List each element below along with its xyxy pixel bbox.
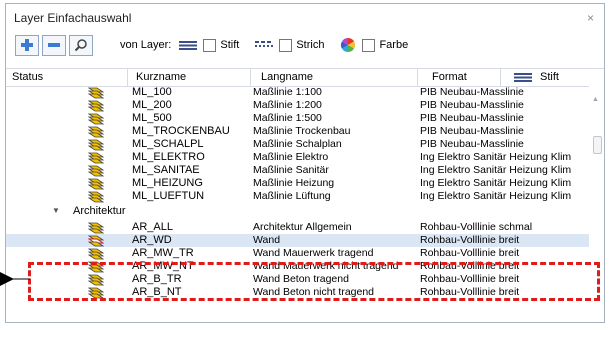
layer-format: Ing Elektro Sanitär Heizung Klim (420, 164, 572, 176)
search-button[interactable] (69, 34, 93, 56)
layer-kurzname: ML_SCHALPL (132, 138, 204, 150)
layer-langname: Maßlinie Elektro (253, 151, 329, 163)
layer-row[interactable]: ML_200 Maßlinie 1:200 PIB Neubau-Masslinie (6, 99, 592, 112)
strich-option[interactable]: Strich (255, 38, 325, 52)
layer-kurzname: AR_MW_TR (132, 247, 194, 259)
layer-row[interactable]: AR_MW_TR Wand Mauerwerk tragend Rohbau-Vol… (6, 247, 592, 260)
layer-langname: Maßlinie Schalplan (253, 138, 342, 150)
layer-kurzname: ML_SANITAE (132, 164, 200, 176)
layer-icon (87, 151, 105, 164)
layer-format: Rohbau-Volllinie schmal (420, 221, 533, 233)
close-icon[interactable]: × (587, 11, 594, 25)
layer-format: Ing Elektro Sanitär Heizung Klim (420, 151, 572, 163)
collapse-all-button[interactable] (42, 34, 66, 56)
expand-all-button[interactable] (15, 34, 39, 56)
toolbar: von Layer: Stift Strich Farbe (6, 32, 604, 58)
layer-icon (87, 247, 105, 260)
layer-row[interactable]: AR_ALL Architektur Allgemein Rohbau-Vollli… (6, 221, 592, 234)
layer-format: Rohbau-Volllinie breit (420, 247, 520, 259)
layer-langname: Wand Mauerwerk tragend (253, 247, 374, 259)
layer-langname: Maßlinie Trockenbau (253, 125, 351, 137)
layer-row[interactable]: ML_ELEKTRO Maßlinie Elektro Ing Elektro Sa… (6, 151, 592, 164)
layer-icon (87, 125, 105, 138)
column-header: Status Kurzname Langname Format Stift (6, 68, 604, 87)
layer-kurzname: AR_ALL (132, 221, 173, 233)
layer-kurzname: ML_500 (132, 112, 172, 124)
layer-row[interactable]: ML_SCHALPL Maßlinie Schalplan PIB Neubau-M… (6, 138, 592, 151)
layer-langname: Maßlinie Heizung (253, 177, 335, 189)
layer-format: PIB Neubau-Masslinie (420, 125, 524, 137)
layer-langname: Maßlinie 1:500 (253, 112, 322, 124)
layer-row[interactable]: AR_WD Wand Rohbau-Volllinie breit (6, 234, 592, 247)
layer-format: Ing Elektro Sanitär Heizung Klim (420, 190, 572, 202)
layer-kurzname: AR_WD (132, 234, 172, 246)
layer-icon (87, 138, 105, 151)
layer-langname: Maßlinie 1:200 (253, 99, 322, 111)
plus-tree-icon (21, 39, 33, 51)
pen-column-icon (514, 73, 532, 82)
layer-row[interactable]: ML_HEIZUNG Maßlinie Heizung Ing Elektro Sa… (6, 177, 592, 190)
layer-kurzname: ML_TROCKENBAU (132, 125, 230, 137)
farbe-option[interactable]: Farbe (340, 37, 408, 53)
scroll-up-icon[interactable]: ▲ (592, 96, 599, 103)
line-type-icon (255, 41, 274, 47)
search-icon (74, 39, 87, 52)
layer-row[interactable]: ML_SANITAE Maßlinie Sanitär Ing Elektro Sa… (6, 164, 592, 177)
von-layer-label: von Layer: (120, 39, 172, 51)
layer-format: Rohbau-Volllinie breit (420, 234, 520, 246)
layer-row[interactable]: ML_TROCKENBAU Maßlinie Trockenbau PIB Neub… (6, 125, 592, 138)
stift-label: Stift (220, 39, 240, 51)
layer-langname: Maßlinie 1:100 (253, 86, 322, 98)
layer-kurzname: ML_HEIZUNG (132, 177, 203, 189)
stift-option[interactable]: Stift (179, 38, 240, 52)
group-label: Architektur (73, 205, 126, 217)
layer-format: PIB Neubau-Masslinie (420, 99, 524, 111)
strich-label: Strich (296, 39, 325, 51)
layer-icon (87, 234, 105, 247)
layer-icon (87, 86, 105, 99)
layer-row[interactable]: ML_500 Maßlinie 1:500 PIB Neubau-Masslinie (6, 112, 592, 125)
layer-format: PIB Neubau-Masslinie (420, 138, 524, 150)
col-status[interactable]: Status (12, 71, 43, 83)
title-bar: Layer Einfachauswahl × (6, 4, 604, 32)
col-langname[interactable]: Langname (261, 71, 313, 83)
farbe-label: Farbe (379, 39, 409, 51)
col-stift[interactable]: Stift (540, 71, 559, 83)
layer-kurzname: ML_100 (132, 86, 172, 98)
layer-icon (87, 112, 105, 125)
layer-langname: Architektur Allgemein (253, 221, 352, 233)
layer-kurzname: ML_ELEKTRO (132, 151, 205, 163)
layer-format: PIB Neubau-Masslinie (420, 112, 524, 124)
layer-kurzname: ML_200 (132, 99, 172, 111)
layer-format: Ing Elektro Sanitär Heizung Klim (420, 177, 572, 189)
pointer-arrow-icon (0, 272, 30, 286)
layer-icon (87, 177, 105, 190)
layer-icon (87, 99, 105, 112)
strich-checkbox[interactable] (279, 38, 293, 52)
col-kurzname[interactable]: Kurzname (136, 71, 186, 83)
stift-checkbox[interactable] (203, 38, 217, 52)
highlight-box (28, 262, 600, 301)
collapse-arrow-icon[interactable]: ▼ (52, 206, 60, 215)
pen-thickness-icon (179, 41, 198, 50)
layer-langname: Maßlinie Lüftung (253, 190, 331, 202)
layer-langname: Maßlinie Sanitär (253, 164, 329, 176)
layer-kurzname: ML_LUEFTUN (132, 190, 205, 202)
farbe-checkbox[interactable] (362, 38, 376, 52)
scrollbar-thumb[interactable] (593, 136, 602, 154)
layer-icon (87, 164, 105, 177)
color-wheel-icon (341, 37, 356, 53)
layer-row[interactable]: ML_100 Maßlinie 1:100 PIB Neubau-Masslinie (6, 86, 592, 99)
minus-tree-icon (48, 43, 60, 47)
layer-row[interactable]: ML_LUEFTUN Maßlinie Lüftung Ing Elektro Sa… (6, 190, 592, 203)
layer-icon (87, 221, 105, 234)
layer-icon (87, 190, 105, 203)
dialog-title: Layer Einfachauswahl (14, 11, 132, 25)
layer-format: PIB Neubau-Masslinie (420, 86, 524, 98)
col-format[interactable]: Format (432, 71, 467, 83)
layer-langname: Wand (253, 234, 281, 246)
